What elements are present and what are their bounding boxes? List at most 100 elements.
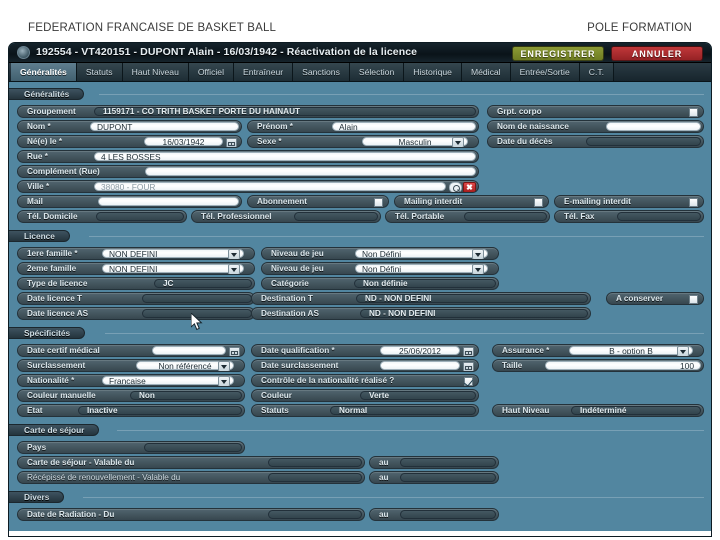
- ne-le-input[interactable]: 16/03/1942: [144, 137, 223, 146]
- field-recepisse-valable-au[interactable]: au: [369, 471, 499, 484]
- niveau-jeu2-select[interactable]: Non Défini: [355, 264, 488, 273]
- tel-professionnel-input[interactable]: [294, 212, 378, 221]
- controle-nationalite-checkbox[interactable]: [464, 377, 473, 386]
- field-date-certif-medical[interactable]: Date certif médical: [17, 344, 245, 357]
- save-button[interactable]: ENREGISTRER: [512, 45, 604, 61]
- date-certif-medical-input[interactable]: [152, 346, 226, 355]
- carte-sejour-au-input[interactable]: [400, 458, 496, 467]
- famille2-select[interactable]: NON DEFINI: [102, 264, 244, 273]
- field-tel-domicile[interactable]: Tél. Domicile: [17, 210, 187, 223]
- assurance-select[interactable]: B - option B: [569, 346, 693, 355]
- mail-input[interactable]: [98, 197, 239, 206]
- famille2-chevron-down-icon[interactable]: [228, 264, 240, 274]
- field-couleur[interactable]: Couleur Verte: [251, 389, 479, 402]
- field-groupement[interactable]: Groupement 1159171 - CO TRITH BASKET POR…: [17, 105, 479, 118]
- niveau-jeu1-chevron-down-icon[interactable]: [472, 249, 484, 259]
- field-nationalite[interactable]: Nationalité * Française: [17, 374, 245, 387]
- famille1-chevron-down-icon[interactable]: [228, 249, 240, 259]
- date-licence-t-value[interactable]: [142, 294, 252, 303]
- cancel-button[interactable]: ANNULER: [611, 45, 703, 61]
- date-surclassement-calendar-icon[interactable]: [463, 361, 474, 371]
- field-date-deces[interactable]: Date du décès: [487, 135, 704, 148]
- mailing-interdit-checkbox[interactable]: [534, 198, 543, 207]
- field-a-conserver[interactable]: A conserver: [606, 292, 704, 305]
- field-niveau-jeu2[interactable]: Niveau de jeu Non Défini: [261, 262, 499, 275]
- tab-ct[interactable]: C.T.: [579, 63, 615, 81]
- field-nom-naissance[interactable]: Nom de naissance: [487, 120, 704, 133]
- field-surclassement[interactable]: Surclassement Non référencé: [17, 359, 245, 372]
- famille1-select[interactable]: NON DEFINI: [102, 249, 244, 258]
- field-type-licence[interactable]: Type de licence JC: [17, 277, 255, 290]
- field-rue[interactable]: Rue * 4 LES BOSSES: [17, 150, 479, 163]
- date-certif-medical-calendar-icon[interactable]: [229, 346, 240, 356]
- nom-naissance-input[interactable]: [606, 122, 701, 131]
- field-tel-fax[interactable]: Tél. Fax: [554, 210, 704, 223]
- field-taille[interactable]: Taille 100: [492, 359, 704, 372]
- field-couleur-manuelle[interactable]: Couleur manuelle Non: [17, 389, 245, 402]
- field-famille2[interactable]: 2eme famille NON DEFINI: [17, 262, 255, 275]
- field-controle-nationalite[interactable]: Contrôle de la nationalité réalisé ?: [251, 374, 479, 387]
- date-deces-value[interactable]: [586, 137, 701, 146]
- field-famille1[interactable]: 1ere famille * NON DEFINI: [17, 247, 255, 260]
- field-tel-portable[interactable]: Tél. Portable: [385, 210, 550, 223]
- field-date-radiation-du[interactable]: Date de Radiation - Du: [17, 508, 365, 521]
- carte-sejour-du-input[interactable]: [268, 458, 362, 467]
- field-statuts[interactable]: Statuts Normal: [251, 404, 479, 417]
- field-date-licence-as[interactable]: Date licence AS: [17, 307, 255, 320]
- field-abonnement[interactable]: Abonnement: [247, 195, 389, 208]
- niveau-jeu1-select[interactable]: Non Défini: [355, 249, 488, 258]
- grpt-corpo-checkbox[interactable]: [689, 108, 698, 117]
- date-surclassement-input[interactable]: [380, 361, 460, 370]
- ville-search-icon[interactable]: [449, 182, 462, 192]
- tab-sanctions[interactable]: Sanctions: [293, 63, 350, 81]
- ville-clear-icon[interactable]: ✖: [463, 182, 476, 192]
- field-date-qualification[interactable]: Date qualification * 25/06/2012: [251, 344, 479, 357]
- field-destination-t[interactable]: Destination T ND - NON DEFINI: [251, 292, 591, 305]
- emailing-interdit-checkbox[interactable]: [689, 198, 698, 207]
- date-licence-as-value[interactable]: [142, 309, 252, 318]
- field-assurance[interactable]: Assurance * B - option B: [492, 344, 704, 357]
- field-emailing-interdit[interactable]: E-mailing interdit: [554, 195, 704, 208]
- tab-statuts[interactable]: Statuts: [76, 63, 123, 81]
- field-pays[interactable]: Pays: [17, 441, 245, 454]
- field-date-radiation-au[interactable]: au: [369, 508, 499, 521]
- nom-input[interactable]: DUPONT: [90, 122, 239, 131]
- date-radiation-au-input[interactable]: [400, 510, 496, 519]
- field-mailing-interdit[interactable]: Mailing interdit: [394, 195, 549, 208]
- field-recepisse-valable-du[interactable]: Récépissé de renouvellement - Valable du: [17, 471, 365, 484]
- tab-haut-niveau[interactable]: Haut Niveau: [122, 63, 189, 81]
- prenom-input[interactable]: Alain: [332, 122, 476, 131]
- tab-generalites[interactable]: Généralités: [11, 63, 77, 81]
- a-conserver-checkbox[interactable]: [689, 295, 698, 304]
- pays-value[interactable]: [144, 443, 242, 452]
- field-carte-sejour-valable-du[interactable]: Carte de séjour - Valable du: [17, 456, 365, 469]
- sexe-chevron-down-icon[interactable]: [452, 137, 464, 147]
- recepisse-du-input[interactable]: [268, 473, 362, 482]
- field-carte-sejour-valable-au[interactable]: au: [369, 456, 499, 469]
- complement-rue-input[interactable]: [145, 167, 476, 176]
- tab-medical[interactable]: Médical: [461, 63, 511, 81]
- recepisse-au-input[interactable]: [400, 473, 496, 482]
- field-ville[interactable]: Ville * 38080 - FOUR ✖: [17, 180, 479, 193]
- niveau-jeu2-chevron-down-icon[interactable]: [472, 264, 484, 274]
- field-prenom[interactable]: Prénom * Alain: [247, 120, 479, 133]
- field-grpt-corpo[interactable]: Grpt. corpo: [487, 105, 704, 118]
- field-sexe[interactable]: Sexe * Masculin: [247, 135, 479, 148]
- field-niveau-jeu1[interactable]: Niveau de jeu Non Défini: [261, 247, 499, 260]
- taille-input[interactable]: 100: [545, 361, 701, 370]
- field-tel-professionnel[interactable]: Tél. Professionnel: [191, 210, 381, 223]
- field-ne-le[interactable]: Né(e) le * 16/03/1942: [17, 135, 242, 148]
- date-radiation-du-input[interactable]: [268, 510, 362, 519]
- field-nom[interactable]: Nom * DUPONT: [17, 120, 242, 133]
- surclassement-chevron-down-icon[interactable]: [218, 361, 230, 371]
- nationalite-chevron-down-icon[interactable]: [218, 376, 230, 386]
- assurance-chevron-down-icon[interactable]: [677, 346, 689, 356]
- rue-input[interactable]: 4 LES BOSSES: [94, 152, 476, 161]
- date-qualification-input[interactable]: 25/06/2012: [380, 346, 460, 355]
- tab-selection[interactable]: Sélection: [349, 63, 405, 81]
- field-date-surclassement[interactable]: Date surclassement: [251, 359, 479, 372]
- field-date-licence-t[interactable]: Date licence T: [17, 292, 255, 305]
- field-destination-as[interactable]: Destination AS ND - NON DÉFINI: [251, 307, 591, 320]
- ville-input[interactable]: 38080 - FOUR: [94, 182, 446, 191]
- tab-officiel[interactable]: Officiel: [188, 63, 234, 81]
